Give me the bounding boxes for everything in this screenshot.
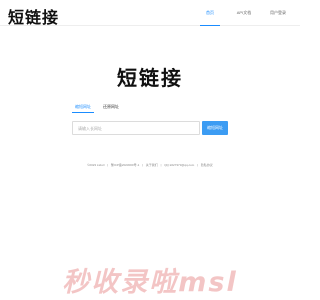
watermark: 秒收录啦msl [62,267,238,298]
top-nav: 首页 API文档 用户登录 [192,0,294,26]
long-url-input[interactable] [72,121,200,135]
page-title: 短链接 [117,66,183,90]
mode-tabs: 缩短网址 还原网址 [72,102,122,113]
site-logo[interactable]: 短链接 [8,4,59,28]
nav-item-api-docs[interactable]: API文档 [228,0,260,26]
footer-separator: | [142,163,143,167]
footer-privacy-link[interactable]: 隐私协议 [201,163,213,167]
tab-restore-url[interactable]: 还原网址 [100,102,122,113]
footer: ©2023 Ltdurl | 豫ICP备2023000号-1 | 关于我们 | … [0,163,300,167]
footer-contact: QQ:2227373@qq.com [164,163,195,167]
nav-item-user-login[interactable]: 用户登录 [262,0,294,26]
footer-copyright: ©2023 Ltdurl [87,163,105,167]
footer-icp-link[interactable]: 豫ICP备2023000号-1 [111,163,139,167]
tab-shorten-url[interactable]: 缩短网址 [72,102,94,113]
footer-separator: | [107,163,109,167]
shorten-button[interactable]: 缩短网址 [202,121,228,135]
footer-about-link[interactable]: 关于我们 [146,163,158,167]
nav-item-home[interactable]: 首页 [194,0,226,26]
footer-separator: | [160,163,162,167]
footer-separator: | [197,163,198,167]
header: 短链接 首页 API文档 用户登录 [0,0,300,28]
